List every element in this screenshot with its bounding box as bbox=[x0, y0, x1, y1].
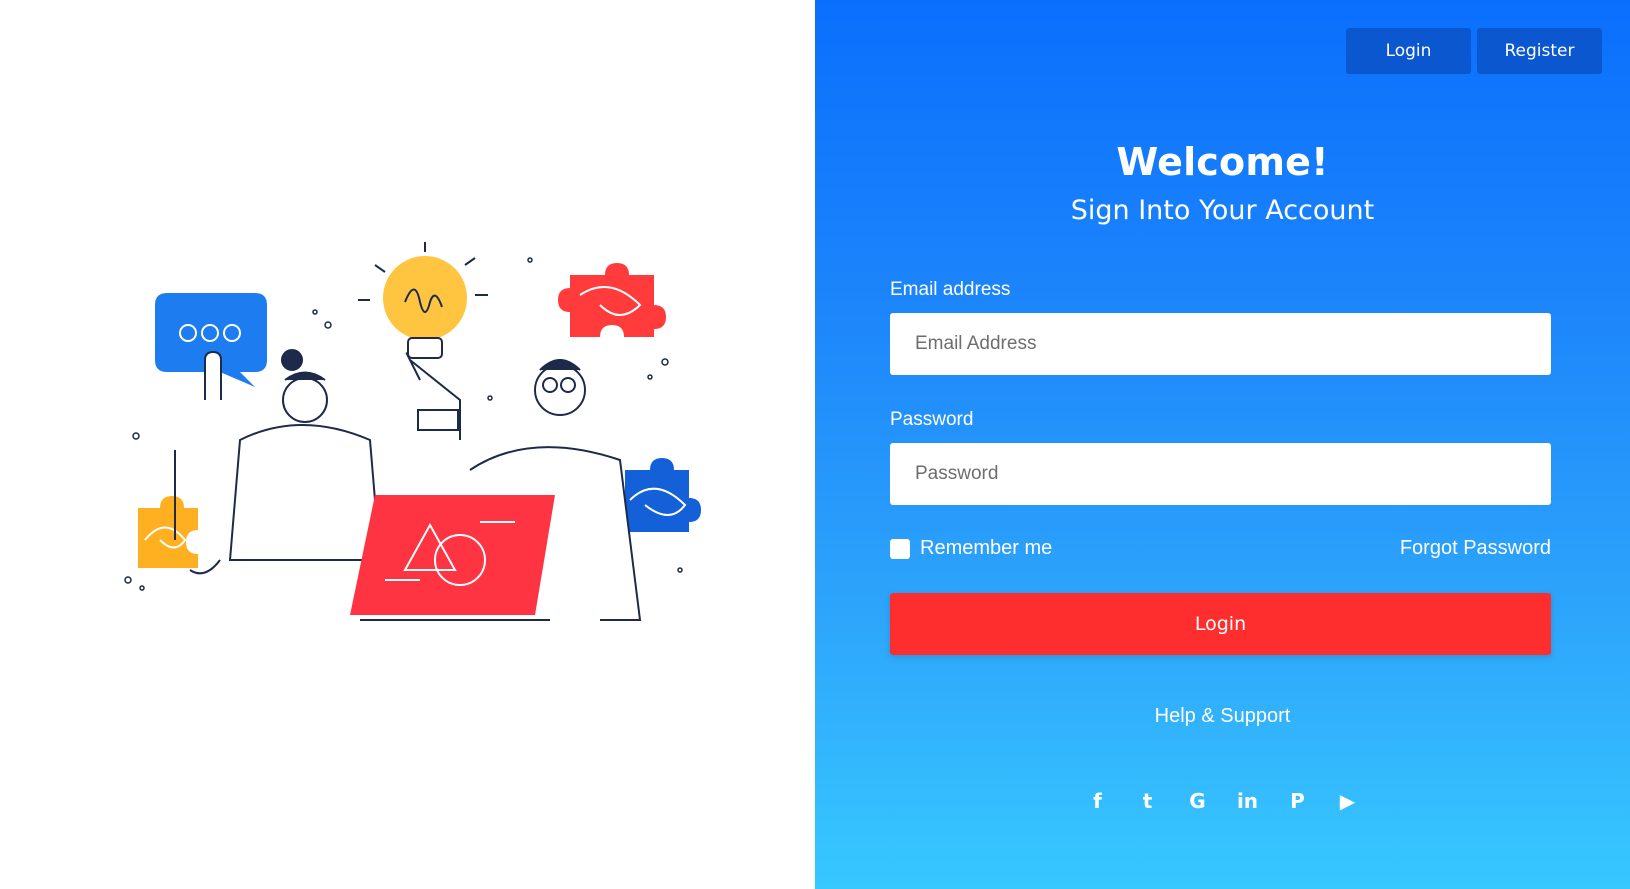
forgot-password-link[interactable]: Forgot Password bbox=[1400, 537, 1551, 560]
remember-checkbox[interactable] bbox=[890, 538, 910, 559]
email-input[interactable] bbox=[890, 313, 1551, 375]
top-login-button[interactable]: Login bbox=[1346, 28, 1471, 74]
help-support-link[interactable]: Help & Support bbox=[815, 705, 1630, 728]
illustration-panel bbox=[0, 0, 816, 889]
woman-figure bbox=[174, 349, 382, 575]
pinterest-icon[interactable]: P bbox=[1282, 785, 1314, 817]
puzzle-yellow-icon bbox=[138, 496, 198, 568]
facebook-icon[interactable]: f bbox=[1082, 785, 1114, 817]
puzzle-red-icon bbox=[558, 263, 666, 337]
remember-row: Remember me Forgot Password bbox=[890, 537, 1551, 560]
login-submit-button[interactable]: Login bbox=[890, 593, 1551, 655]
lightbulb-icon bbox=[358, 242, 488, 359]
linkedin-icon[interactable]: in bbox=[1232, 785, 1264, 817]
top-nav: Login Register bbox=[1346, 28, 1602, 74]
twitter-icon[interactable]: t bbox=[1132, 785, 1164, 817]
social-links: f t G in P ▶ bbox=[815, 785, 1630, 817]
email-label: Email address bbox=[890, 279, 1011, 300]
remember-label: Remember me bbox=[920, 537, 1053, 559]
field-spacer bbox=[890, 375, 1551, 409]
laptop-icon bbox=[350, 495, 555, 621]
teamwork-illustration bbox=[124, 242, 701, 621]
top-register-button[interactable]: Register bbox=[1477, 28, 1602, 74]
puzzle-blue-icon bbox=[625, 458, 701, 532]
google-icon[interactable]: G bbox=[1182, 785, 1214, 817]
remember-me[interactable]: Remember me bbox=[890, 537, 1052, 560]
login-page: Login Register Welcome! Sign Into Your A… bbox=[0, 0, 1630, 889]
login-form: Email address Password Remember me Forgo… bbox=[890, 279, 1551, 655]
password-label: Password bbox=[890, 409, 974, 430]
welcome-title: Welcome! bbox=[1116, 140, 1329, 184]
youtube-icon[interactable]: ▶ bbox=[1332, 785, 1364, 817]
password-input[interactable] bbox=[890, 443, 1551, 505]
welcome-subtitle: Sign Into Your Account bbox=[1070, 195, 1375, 226]
auth-panel: Login Register Welcome! Sign Into Your A… bbox=[815, 0, 1630, 889]
